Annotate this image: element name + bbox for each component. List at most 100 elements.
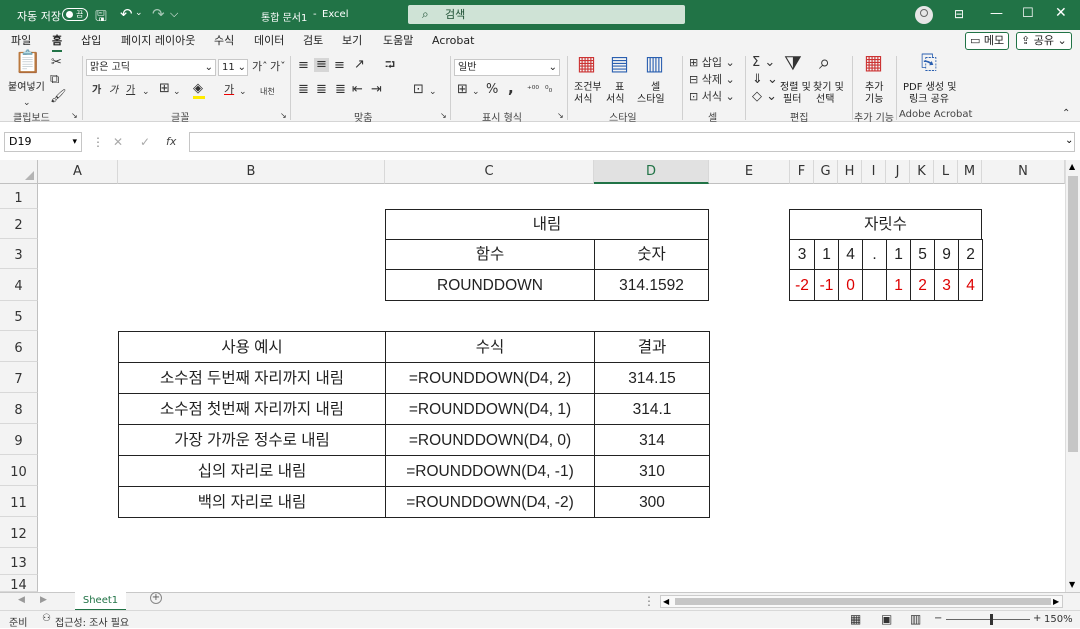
example-header-cell[interactable]: 사용 예시	[118, 331, 386, 363]
wrap-text-icon[interactable]: ⮒	[385, 59, 395, 73]
example-header-cell[interactable]: 수식	[385, 331, 595, 363]
accounting-dropdown-icon[interactable]: ⌄	[472, 85, 480, 99]
insert-function-icon[interactable]: fx	[166, 135, 176, 148]
minimize-icon[interactable]: —	[990, 6, 1003, 21]
underline-dropdown-icon[interactable]: ⌄	[142, 85, 150, 99]
example-result-cell[interactable]: 314.15	[594, 362, 710, 394]
paste-dropdown-icon[interactable]: ⌄	[23, 96, 31, 110]
conditional-format-label-1[interactable]: 조건부	[574, 82, 602, 94]
more-icon[interactable]: ⋮	[92, 135, 104, 149]
digit-cell[interactable]: 1	[886, 239, 911, 270]
round-header-number[interactable]: 숫자	[594, 239, 709, 270]
tab-acrobat[interactable]: Acrobat	[432, 30, 474, 52]
row-header-3[interactable]: 3	[0, 239, 38, 269]
font-color-icon[interactable]: 가	[224, 83, 234, 97]
digit-cell[interactable]: 5	[910, 239, 935, 270]
italic-button[interactable]: 가	[109, 84, 118, 98]
formula-input[interactable]	[189, 132, 1075, 152]
digit-position-cell[interactable]	[862, 269, 887, 301]
column-header-c[interactable]: C	[385, 160, 594, 184]
example-formula-cell[interactable]: =ROUNDDOWN(D4, 2)	[385, 362, 595, 394]
digit-cell[interactable]: 2	[958, 239, 983, 270]
percent-button[interactable]: %	[486, 83, 498, 97]
column-header-k[interactable]: K	[910, 160, 934, 184]
worksheet-grid[interactable]: ABCDEFGHIJKLMN 1 2 3 4 5 6 7 8 9 10 11 12 13 14 내림 함수…	[0, 160, 1080, 593]
orientation-icon[interactable]: ↗	[354, 58, 365, 72]
column-header-g[interactable]: G	[814, 160, 838, 184]
format-table-icon[interactable]: ▤	[610, 53, 629, 73]
paste-icon[interactable]: 📋	[14, 52, 41, 74]
column-header-d[interactable]: D	[594, 160, 709, 184]
close-icon[interactable]: ✕	[1055, 5, 1067, 21]
align-right-icon[interactable]: ≣	[335, 83, 346, 97]
font-color-dropdown-icon[interactable]: ⌄	[239, 85, 247, 99]
digit-position-cell[interactable]: 4	[958, 269, 983, 301]
horizontal-scrollbar[interactable]: ◀ ▶	[660, 595, 1063, 608]
autosum-icon[interactable]: Σ ⌄	[752, 56, 775, 70]
row-header-5[interactable]: 5	[0, 301, 38, 331]
decrease-indent-icon[interactable]: ⇤	[352, 83, 363, 97]
example-usage-cell[interactable]: 가장 가까운 정수로 내림	[118, 424, 386, 456]
row-header-6[interactable]: 6	[0, 331, 38, 362]
cell-styles-label-2[interactable]: 스타일	[637, 94, 665, 106]
zoom-out-icon[interactable]: −	[934, 613, 942, 624]
column-header-f[interactable]: F	[790, 160, 814, 184]
fill-icon[interactable]: ⇓ ⌄	[752, 73, 778, 87]
tab-formulas[interactable]: 수식	[214, 30, 234, 52]
row-header-9[interactable]: 9	[0, 424, 38, 455]
merge-dropdown-icon[interactable]: ⌄	[429, 85, 437, 99]
find-select-label-2[interactable]: 선택	[816, 94, 834, 106]
column-header-m[interactable]: M	[958, 160, 982, 184]
autosave-toggle[interactable]: 끔	[62, 8, 88, 21]
example-formula-cell[interactable]: =ROUNDDOWN(D4, 0)	[385, 424, 595, 456]
align-middle-icon[interactable]: ≡	[314, 58, 329, 72]
increase-indent-icon[interactable]: ⇥	[371, 83, 382, 97]
column-header-l[interactable]: L	[934, 160, 958, 184]
align-top-icon[interactable]: ≡	[298, 59, 309, 73]
add-ins-label-1[interactable]: 추가	[865, 82, 883, 94]
pdf-label-2[interactable]: 링크 공유	[909, 94, 949, 106]
clipboard-launcher-icon[interactable]: ↘	[71, 109, 78, 123]
format-cells-button[interactable]: ⊡ 서식 ⌄	[689, 90, 735, 104]
undo-dropdown-icon[interactable]: ⌄	[135, 8, 143, 18]
undo-icon[interactable]: ↶	[120, 5, 133, 23]
digit-cell[interactable]: .	[862, 239, 887, 270]
column-header-b[interactable]: B	[118, 160, 385, 184]
pdf-label-1[interactable]: PDF 생성 및	[903, 82, 956, 94]
digit-position-cell[interactable]: 1	[886, 269, 911, 301]
font-launcher-icon[interactable]: ↘	[280, 109, 287, 123]
example-result-cell[interactable]: 314	[594, 424, 710, 456]
digits-title-cell[interactable]: 자릿수	[789, 209, 982, 240]
column-header-n[interactable]: N	[982, 160, 1065, 184]
cancel-icon[interactable]: ✕	[113, 135, 123, 149]
column-header-j[interactable]: J	[886, 160, 910, 184]
find-select-icon[interactable]: ⌕	[819, 52, 830, 72]
share-button[interactable]: ⇪ 공유 ⌄	[1016, 32, 1072, 50]
example-usage-cell[interactable]: 십의 자리로 내림	[118, 455, 386, 487]
font-name-select[interactable]: 맑은 고딕 ⌄	[86, 59, 216, 76]
enter-icon[interactable]: ✓	[140, 135, 150, 149]
round-title-cell[interactable]: 내림	[385, 209, 709, 240]
format-painter-icon[interactable]: 🖌	[50, 90, 67, 104]
row-header-4[interactable]: 4	[0, 269, 38, 301]
avatar[interactable]	[915, 6, 933, 24]
ruby-icon[interactable]: 내천	[260, 85, 275, 99]
example-result-cell[interactable]: 314.1	[594, 393, 710, 425]
tab-view[interactable]: 보기	[342, 30, 362, 52]
digit-cell[interactable]: 4	[838, 239, 863, 270]
insert-cells-button[interactable]: ⊞ 삽입 ⌄	[689, 56, 735, 70]
comma-button[interactable]: ,	[508, 81, 514, 96]
column-header-h[interactable]: H	[838, 160, 862, 184]
example-result-cell[interactable]: 300	[594, 486, 710, 518]
sort-filter-label-2[interactable]: 필터	[783, 94, 801, 106]
row-header-7[interactable]: 7	[0, 362, 38, 393]
row-header-2[interactable]: 2	[0, 209, 38, 239]
digit-position-cell[interactable]: 0	[838, 269, 863, 301]
example-usage-cell[interactable]: 소수점 두번째 자리까지 내림	[118, 362, 386, 394]
row-header-14[interactable]: 14	[0, 575, 38, 593]
redo-icon[interactable]: ↷	[152, 5, 165, 23]
example-header-cell[interactable]: 결과	[594, 331, 710, 363]
round-function-cell[interactable]: ROUNDDOWN	[385, 269, 595, 301]
example-result-cell[interactable]: 310	[594, 455, 710, 487]
cell-styles-label-1[interactable]: 셀	[651, 82, 660, 94]
